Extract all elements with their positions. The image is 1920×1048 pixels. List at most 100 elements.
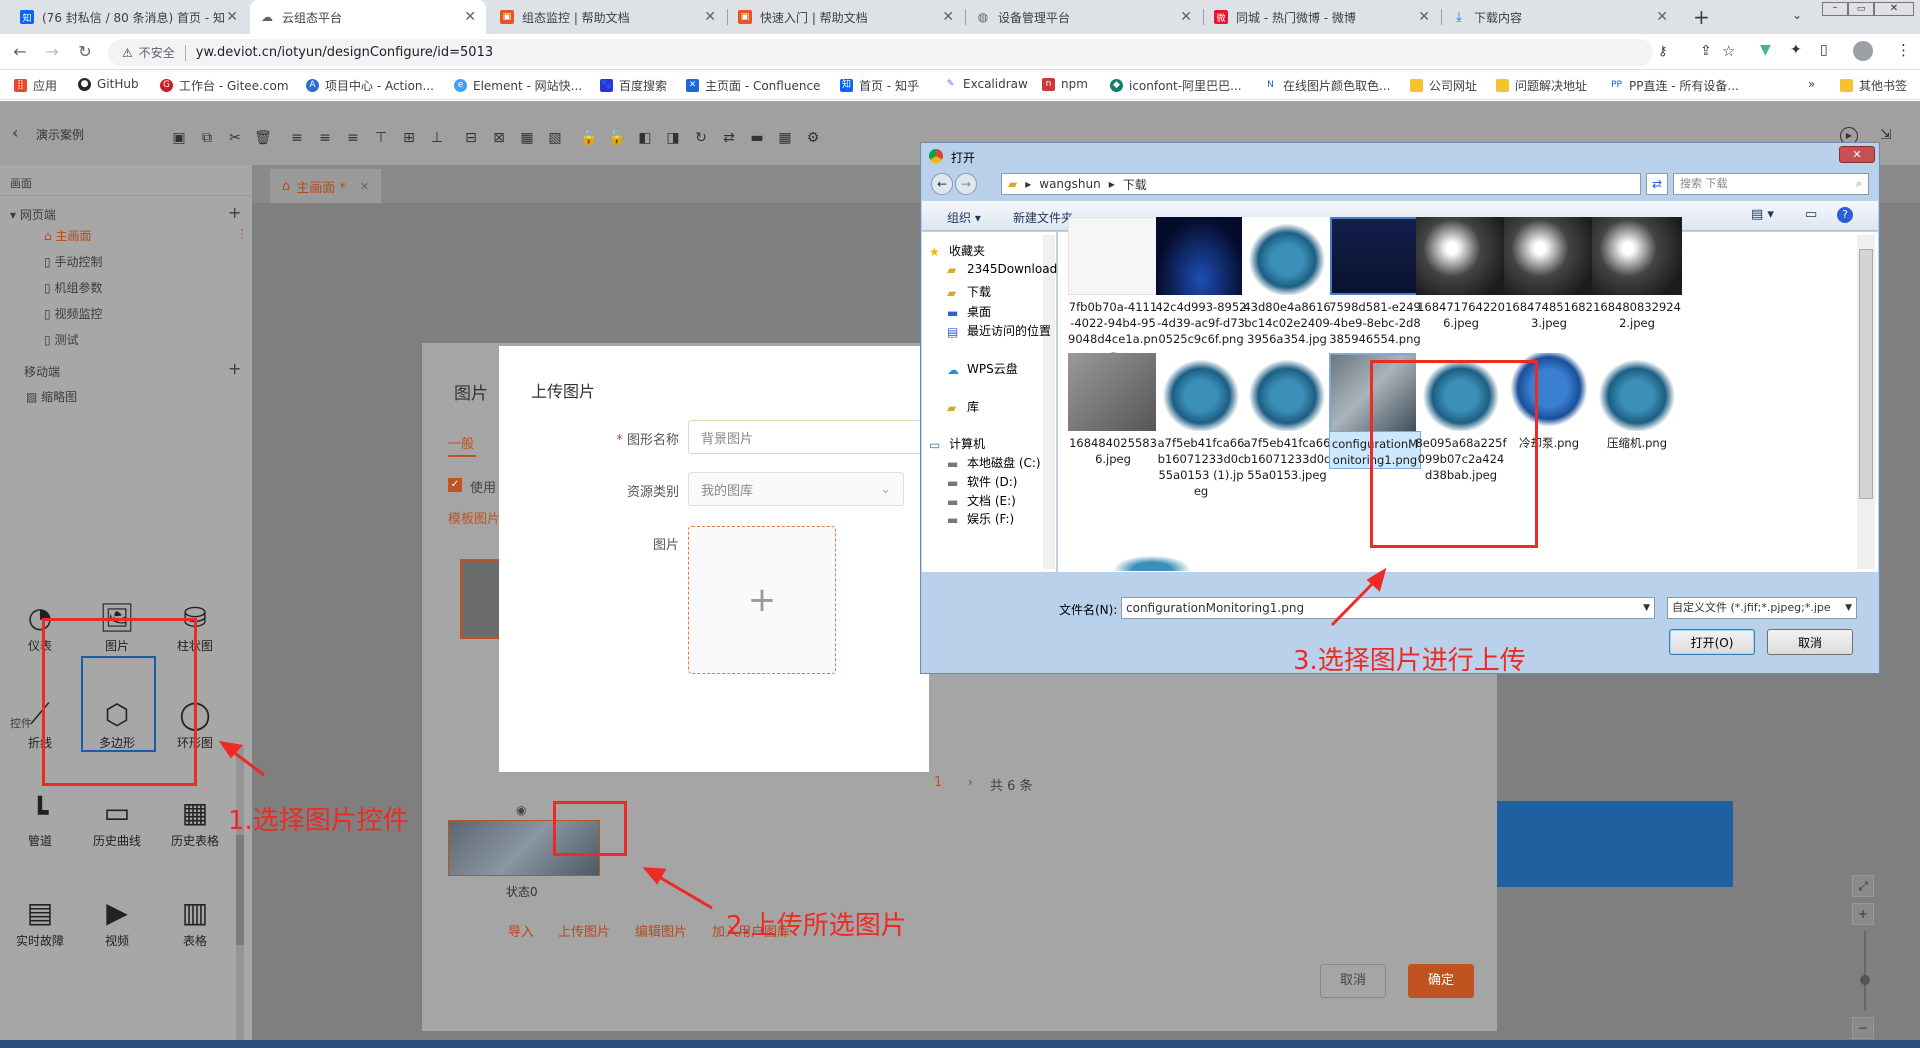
import-link[interactable]: 导入: [508, 921, 534, 940]
back-icon[interactable]: ←: [10, 42, 30, 61]
back-nav-icon[interactable]: ←: [931, 173, 953, 195]
nav-drive-f[interactable]: ▬ 娱乐 (F:): [947, 510, 1014, 527]
widget-table[interactable]: ▥ 表格: [160, 892, 230, 949]
group-icon[interactable]: ▦: [518, 129, 536, 147]
distribute-h-icon[interactable]: ⊟: [462, 129, 480, 147]
align-right-icon[interactable]: ≡: [344, 129, 362, 147]
bookmark-pp[interactable]: PP PP直连 - 所有设备...: [1610, 77, 1739, 94]
page-item[interactable]: ▯ 测试: [44, 331, 78, 348]
close-tab-icon[interactable]: ✕: [1418, 9, 1430, 25]
bookmark-excalidraw[interactable]: ✎ Excalidraw: [944, 77, 1028, 91]
page-item[interactable]: ▯ 机组参数: [44, 279, 102, 296]
edit-image-link[interactable]: 编辑图片: [635, 921, 687, 940]
organize-button[interactable]: 组织 ▾: [947, 209, 981, 226]
nav-wps-cloud[interactable]: ☁ WPS云盘: [947, 360, 1018, 377]
rotate-icon[interactable]: ↻: [692, 129, 710, 147]
bookmark-action[interactable]: A 项目中心 - Action...: [306, 77, 434, 94]
file-item[interactable]: 43d80e4a8616bc14c02e24093956a354.jpg: [1241, 217, 1333, 347]
confirm-button[interactable]: 确定: [1408, 964, 1474, 998]
breadcrumb-downloads[interactable]: 下载: [1123, 176, 1147, 193]
tab-search-icon[interactable]: ⌄: [1792, 8, 1802, 22]
web-section[interactable]: ▾ 网页端: [10, 206, 56, 223]
ruler-icon[interactable]: ▬: [748, 129, 766, 147]
refresh-icon[interactable]: ⇄: [1646, 173, 1668, 195]
widget-scroll-thumb[interactable]: [236, 835, 244, 945]
share-icon[interactable]: ⇪: [1700, 43, 1712, 59]
bookmark-other[interactable]: 其他书签: [1840, 77, 1907, 94]
new-tab-icon[interactable]: +: [1693, 5, 1710, 29]
page-item[interactable]: ▯ 手动控制: [44, 253, 102, 270]
nav-fav-downloads[interactable]: ▰ 下载: [947, 283, 991, 300]
close-tab-icon[interactable]: ✕: [1656, 9, 1668, 25]
file-item[interactable]: 1684840255836.jpeg: [1067, 353, 1159, 467]
file-item[interactable]: 1684748516823.jpeg: [1503, 217, 1595, 331]
nav-drive-c[interactable]: ▬ 本地磁盘 (C:): [947, 454, 1041, 471]
grid-icon[interactable]: ▦: [776, 129, 794, 147]
save-icon[interactable]: ▣: [170, 129, 188, 147]
help-icon[interactable]: ?: [1837, 207, 1853, 223]
file-item[interactable]: a7f5eb41fca66b16071233d0c55a0153 (1).jpe…: [1155, 353, 1247, 499]
add-mobile-page-icon[interactable]: +: [228, 359, 241, 378]
preview-pane-icon[interactable]: ▭: [1805, 207, 1817, 222]
page-item[interactable]: ▯ 视频监控: [44, 305, 102, 322]
file-item[interactable]: 7598d581-e249-4be9-8ebc-2d8385946554.png: [1329, 217, 1421, 347]
bookmark-colorpicker[interactable]: N 在线图片颜色取色...: [1264, 77, 1390, 94]
bookmark-confluence[interactable]: ✕ 主页面 - Confluence: [686, 77, 820, 94]
image-upload-area[interactable]: +: [688, 526, 836, 674]
align-middle-icon[interactable]: ⊞: [400, 129, 418, 147]
widget-pipe[interactable]: ┗ 管道: [5, 792, 75, 849]
project-name[interactable]: 演示案例: [36, 126, 84, 143]
distribute-v-icon[interactable]: ⊠: [490, 129, 508, 147]
use-checkbox[interactable]: ✓: [448, 478, 462, 492]
add-page-icon[interactable]: +: [228, 203, 241, 222]
view-options-icon[interactable]: ▤ ▾: [1751, 207, 1774, 222]
page-tab-main[interactable]: ⌂ 主画面 * ✕: [270, 169, 382, 203]
browser-tab-docs1[interactable]: ▣ 组态监控 | 帮助文档 ✕: [490, 0, 726, 34]
zoom-in-icon[interactable]: +: [1852, 903, 1874, 925]
close-tab-icon[interactable]: ✕: [704, 9, 716, 25]
close-dialog-button[interactable]: ✕: [1839, 146, 1875, 163]
nav-drive-d[interactable]: ▬ 软件 (D:): [947, 473, 1017, 490]
ungroup-icon[interactable]: ▧: [546, 129, 564, 147]
widget-fault[interactable]: ▤ 实时故障: [5, 892, 75, 949]
close-page-tab-icon[interactable]: ✕: [360, 180, 369, 193]
browser-tab-weibo[interactable]: 微 同城 - 热门微博 - 微博 ✕: [1204, 0, 1440, 34]
url-bar[interactable]: ⚠ 不安全 yw.deviot.cn/iotyun/designConfigur…: [108, 39, 1653, 66]
path-bar[interactable]: ▰ ▸ wangshun ▸ 下载: [1001, 173, 1641, 195]
open-button[interactable]: 打开(O): [1669, 629, 1755, 655]
close-window-icon[interactable]: ✕: [1874, 2, 1914, 16]
forward-nav-icon[interactable]: →: [955, 173, 977, 195]
vue-extension-icon[interactable]: ▼: [1760, 42, 1771, 58]
tab-general[interactable]: 一般: [448, 433, 474, 452]
nav-computer[interactable]: ▭ 计算机: [929, 435, 985, 452]
browser-tab-zhihu[interactable]: 知 (76 封私信 / 80 条消息) 首页 - 知 ✕: [10, 0, 248, 34]
close-tab-icon[interactable]: ✕: [942, 9, 954, 25]
nav-fav-2345[interactable]: ▰ 2345Download: [947, 262, 1057, 277]
file-item[interactable]: 压缩机.png: [1591, 353, 1683, 451]
settings-icon[interactable]: ⚙: [804, 129, 822, 147]
cut-icon[interactable]: ✂: [226, 129, 244, 147]
filename-input[interactable]: configurationMonitoring1.png ▼: [1121, 597, 1655, 619]
file-type-select[interactable]: 自定义文件 (*.jfif;*.pjpeg;*.jpe ▼: [1667, 597, 1857, 619]
forward-icon[interactable]: →: [42, 42, 62, 61]
close-tab-icon[interactable]: ✕: [226, 9, 238, 25]
bookmark-zhihu[interactable]: 知首页 - 知乎: [840, 77, 919, 94]
align-left-icon[interactable]: ≡: [288, 129, 306, 147]
fit-icon[interactable]: ⤢: [1852, 875, 1874, 897]
bookmark-element[interactable]: e Element - 网站快...: [454, 77, 582, 94]
bookmark-baidu[interactable]: 🐾 百度搜索: [600, 77, 667, 94]
bookmark-iconfont[interactable]: ◆ iconfont-阿里巴巴...: [1110, 77, 1242, 94]
new-folder-button[interactable]: 新建文件夹: [1013, 209, 1073, 226]
cancel-button[interactable]: 取消: [1320, 964, 1386, 998]
close-tab-icon[interactable]: ✕: [1180, 9, 1192, 25]
file-item[interactable]: a7f5eb41fca66b16071233d0c55a0153.jpeg: [1241, 353, 1333, 483]
breadcrumb-user[interactable]: wangshun: [1039, 177, 1100, 191]
delete-icon[interactable]: 🗑: [254, 129, 272, 147]
widget-table-grid[interactable]: ▦ 历史表格: [160, 792, 230, 849]
browser-tab-active[interactable]: ☁ 云组态平台 ✕: [250, 0, 486, 34]
nav-scrollbar[interactable]: [1043, 235, 1055, 569]
bookmark-npm[interactable]: n npm: [1042, 77, 1088, 91]
file-list-scroll-thumb[interactable]: [1859, 249, 1873, 499]
star-icon[interactable]: ☆: [1722, 42, 1735, 60]
lock-icon[interactable]: 🔒: [580, 129, 598, 147]
